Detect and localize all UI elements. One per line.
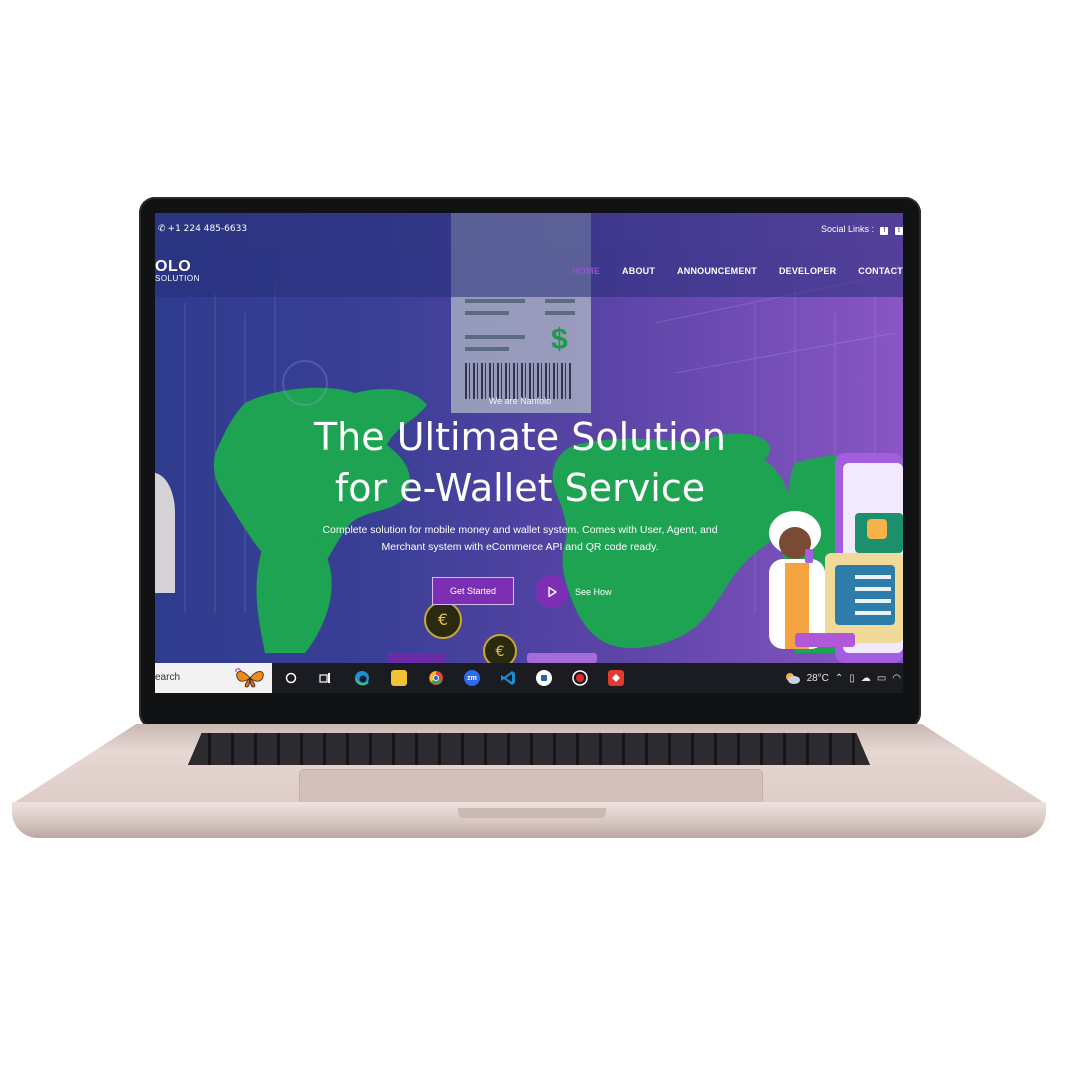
receipt-line: [545, 299, 575, 303]
butterfly-icon: [235, 668, 264, 688]
zoom-label: zm: [467, 674, 477, 682]
nav-item-contact[interactable]: CONTACT: [858, 266, 903, 276]
device-icon[interactable]: ▯: [849, 673, 855, 684]
receipt-line: [465, 299, 525, 303]
laptop-keyboard: [188, 733, 870, 765]
edge-icon[interactable]: [354, 670, 370, 686]
svg-text:€: €: [438, 610, 448, 629]
play-icon: [535, 575, 568, 608]
laptop-screen: € € $ ✆ +1 224 485-6633 Social Links: f…: [155, 213, 903, 693]
social-links: Social Links : f t: [821, 224, 903, 235]
phone-number: +1 224 485-6633: [167, 224, 248, 234]
laptop-lid-notch: [458, 808, 606, 818]
taskbar-search[interactable]: earch: [155, 663, 272, 693]
app-icon[interactable]: [536, 670, 552, 686]
battery-icon[interactable]: ▭: [877, 673, 886, 684]
site-logo[interactable]: OLO SOLUTION: [155, 259, 200, 284]
taskbar-search-text: earch: [155, 672, 181, 683]
logo-tagline: SOLUTION: [155, 274, 200, 283]
hero-title: The Ultimate Solution for e-Wallet Servi…: [155, 412, 885, 514]
nav-menu: HOME ABOUT ANNOUNCEMENT DEVELOPER CONTAC…: [550, 266, 903, 276]
receipt-line: [465, 335, 525, 339]
anydesk-icon[interactable]: [608, 670, 624, 686]
nav-item-announcement[interactable]: ANNOUNCEMENT: [677, 266, 757, 276]
nav-item-about[interactable]: ABOUT: [622, 266, 655, 276]
phone-icon: ✆: [158, 224, 166, 234]
cortana-icon[interactable]: [283, 670, 299, 686]
nav-item-developer[interactable]: DEVELOPER: [779, 266, 836, 276]
facebook-icon[interactable]: f: [880, 227, 889, 235]
windows-taskbar: earch zm 28°C ⌃ ▯ ☁ ▭ ◠: [155, 663, 903, 693]
hero-title-line1: The Ultimate Solution: [313, 415, 727, 459]
main-navbar: OLO SOLUTION HOME ABOUT ANNOUNCEMENT DEV…: [155, 247, 903, 297]
logo-wordmark: OLO: [155, 258, 192, 275]
record-icon[interactable]: [572, 670, 588, 686]
svg-text:€: €: [496, 644, 505, 660]
phone-contact[interactable]: ✆ +1 224 485-6633: [158, 224, 247, 234]
receipt-line: [545, 311, 575, 315]
chevron-up-icon[interactable]: ⌃: [835, 673, 843, 684]
cloud-sync-icon[interactable]: ☁: [861, 673, 871, 684]
hero-description: Complete solution for mobile money and w…: [322, 524, 718, 553]
laptop-base: [12, 724, 1046, 840]
see-how-button[interactable]: See How: [535, 575, 612, 608]
barcode: [465, 363, 573, 399]
vscode-icon[interactable]: [500, 670, 516, 686]
receipt-line: [465, 311, 509, 315]
receipt-line: [465, 347, 509, 351]
task-view-icon[interactable]: [317, 670, 333, 686]
hero-title-line2: for e-Wallet Service: [334, 466, 706, 510]
nav-item-home[interactable]: HOME: [572, 266, 600, 276]
zoom-icon[interactable]: zm: [464, 670, 480, 686]
weather-icon[interactable]: [783, 671, 801, 685]
get-started-button[interactable]: Get Started: [432, 577, 514, 605]
hero-eyebrow: We are Nanfolo: [488, 396, 552, 406]
top-info-bar: ✆ +1 224 485-6633 Social Links : f t: [155, 213, 903, 247]
weather-temperature[interactable]: 28°C: [807, 673, 829, 684]
chrome-icon[interactable]: [428, 670, 444, 686]
twitter-icon[interactable]: t: [895, 227, 903, 235]
wifi-icon[interactable]: ◠: [892, 673, 901, 684]
dollar-sign: $: [551, 323, 568, 356]
system-tray: 28°C ⌃ ▯ ☁ ▭ ◠: [783, 671, 901, 685]
see-how-label: See How: [575, 586, 612, 597]
file-explorer-icon[interactable]: [391, 670, 407, 686]
social-links-label: Social Links :: [820, 224, 874, 234]
